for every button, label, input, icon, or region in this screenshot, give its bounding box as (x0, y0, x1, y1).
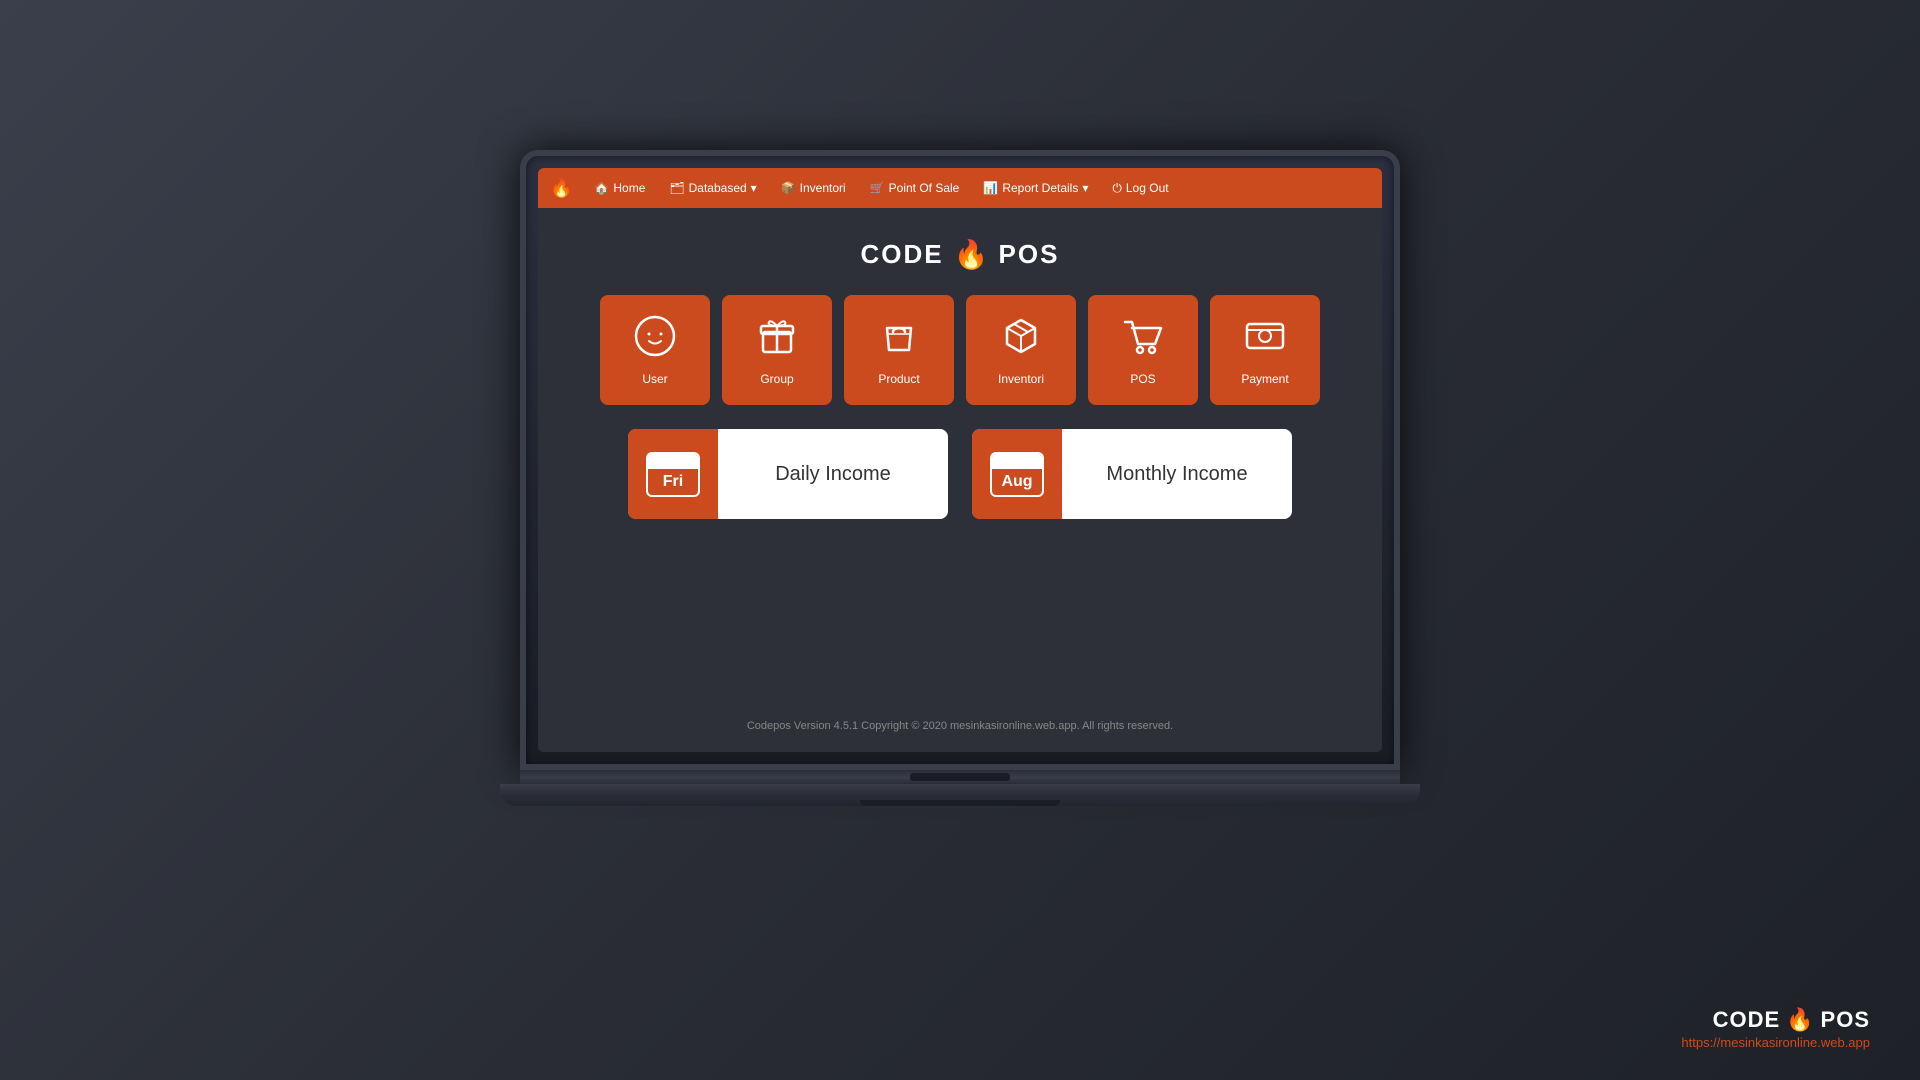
quick-grid: User Group Produ (600, 295, 1320, 405)
quick-card-group[interactable]: Group (722, 295, 832, 405)
watermark-title: CODE 🔥 POS (1713, 1007, 1870, 1033)
footer: Codepos Version 4.5.1 Copyright © 2020 m… (747, 720, 1173, 732)
nav-label-databased: Databased (689, 181, 747, 195)
nav-item-pos[interactable]: 🛒 Point Of Sale (860, 177, 970, 199)
nav-item-logout[interactable]: ⏻ Log Out (1102, 177, 1178, 200)
screen: 🔥 🏠 Home 🗂 Databased ▾ 📦 Inventori 🛒 (538, 168, 1382, 752)
logout-icon: ⏻ (1112, 181, 1122, 196)
main-content: CODE 🔥 POS User (538, 208, 1382, 752)
brand-flame-icon: 🔥 (550, 178, 572, 198)
monthly-income-label-area: Monthly Income (1062, 429, 1292, 519)
watermark-url: https://mesinkasironline.web.app (1681, 1035, 1870, 1050)
home-icon: 🏠 (594, 181, 609, 195)
daily-calendar-icon: ​ Fri (646, 452, 700, 497)
laptop-frame: 🔥 🏠 Home 🗂 Databased ▾ 📦 Inventori 🛒 (520, 150, 1400, 930)
nav-label-inventori: Inventori (800, 181, 846, 195)
quick-card-product[interactable]: Product (844, 295, 954, 405)
monthly-income-label: Monthly Income (1106, 463, 1247, 486)
quick-card-pos-label: POS (1130, 372, 1155, 386)
nav-item-inventori[interactable]: 📦 Inventori (771, 177, 856, 199)
quick-card-payment[interactable]: Payment (1210, 295, 1320, 405)
pos-nav-icon: 🛒 (870, 181, 885, 195)
nav-label-home: Home (613, 181, 645, 195)
report-icon: 📊 (983, 181, 998, 195)
daily-income-label: Daily Income (775, 463, 891, 486)
inventori-icon (999, 314, 1043, 364)
app-title: CODE 🔥 POS (861, 238, 1060, 271)
watermark-prefix: CODE (1713, 1007, 1781, 1033)
quick-card-inventori[interactable]: Inventori (966, 295, 1076, 405)
app-title-prefix: CODE (861, 239, 944, 270)
navbar: 🔥 🏠 Home 🗂 Databased ▾ 📦 Inventori 🛒 (538, 168, 1382, 208)
quick-card-user-label: User (642, 372, 667, 386)
dropdown-arrow-report: ▾ (1082, 181, 1088, 195)
app-title-flame-icon: 🔥 (954, 238, 989, 271)
databased-icon: 🗂 (669, 181, 684, 195)
inventori-nav-icon: 📦 (781, 181, 796, 195)
footer-text: Codepos Version 4.5.1 Copyright © 2020 m… (747, 720, 1173, 732)
monthly-income-card[interactable]: ​ Aug Monthly Income (972, 429, 1292, 519)
income-row: ​ Fri Daily Income ​ Aug (628, 429, 1292, 519)
quick-card-pos[interactable]: POS (1088, 295, 1198, 405)
app-title-suffix: POS (999, 239, 1060, 270)
nav-label-logout: Log Out (1126, 181, 1169, 195)
payment-icon (1243, 314, 1287, 364)
daily-income-card[interactable]: ​ Fri Daily Income (628, 429, 948, 519)
user-icon (633, 314, 677, 364)
quick-card-product-label: Product (878, 372, 919, 386)
pos-icon (1121, 314, 1165, 364)
laptop-base (500, 784, 1420, 806)
daily-income-label-area: Daily Income (718, 429, 948, 519)
screen-bezel: 🔥 🏠 Home 🗂 Databased ▾ 📦 Inventori 🛒 (520, 150, 1400, 770)
quick-card-payment-label: Payment (1241, 372, 1288, 386)
daily-income-icon-area: ​ Fri (628, 429, 718, 519)
nav-item-report[interactable]: 📊 Report Details ▾ (973, 177, 1098, 199)
navbar-brand: 🔥 (550, 178, 572, 199)
quick-card-user[interactable]: User (600, 295, 710, 405)
nav-item-home[interactable]: 🏠 Home (584, 177, 655, 199)
quick-card-group-label: Group (760, 372, 793, 386)
monthly-income-icon-area: ​ Aug (972, 429, 1062, 519)
watermark-flame-icon: 🔥 (1786, 1007, 1814, 1033)
dropdown-arrow-databased: ▾ (751, 181, 757, 195)
watermark-suffix: POS (1821, 1007, 1870, 1033)
nav-item-databased[interactable]: 🗂 Databased ▾ (659, 177, 766, 199)
laptop-hinge (520, 770, 1400, 784)
nav-label-report: Report Details (1002, 181, 1078, 195)
watermark: CODE 🔥 POS https://mesinkasironline.web.… (1681, 1007, 1870, 1050)
group-icon (755, 314, 799, 364)
quick-card-inventori-label: Inventori (998, 372, 1044, 386)
nav-label-pos: Point Of Sale (889, 181, 960, 195)
product-icon (877, 314, 921, 364)
monthly-calendar-icon: ​ Aug (990, 452, 1044, 497)
